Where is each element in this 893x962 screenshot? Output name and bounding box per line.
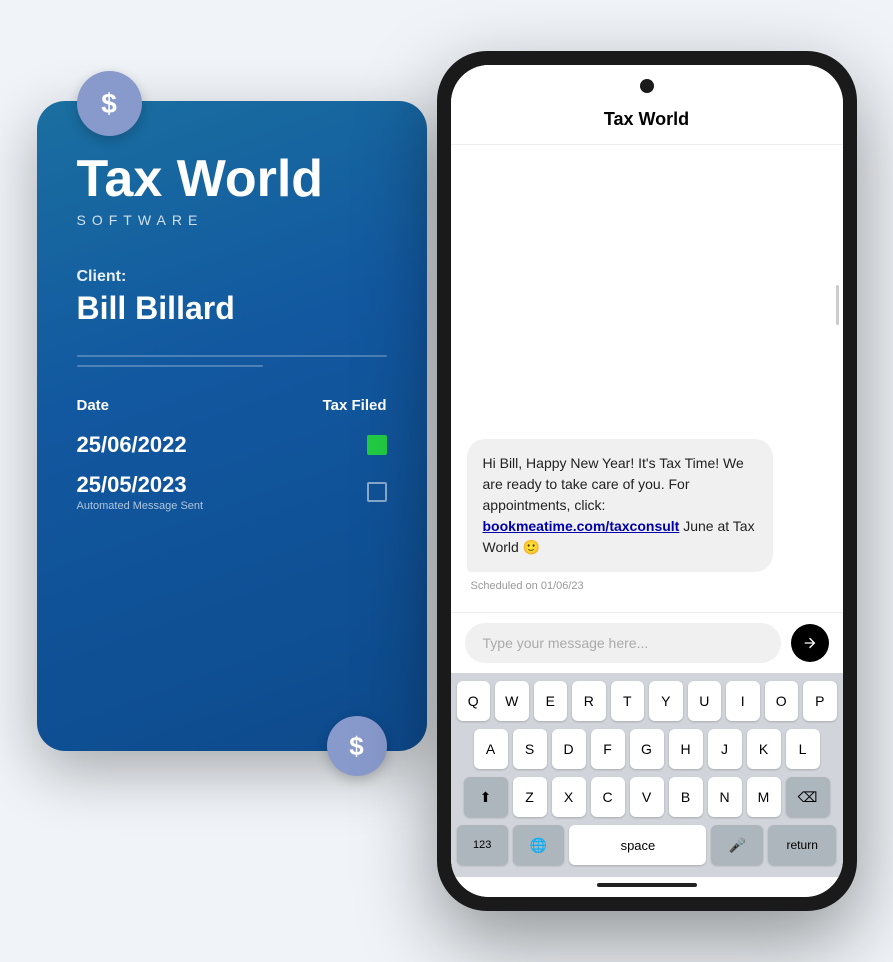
globe-key[interactable]: 🌐 xyxy=(513,825,564,865)
table-header: Date Tax Filed xyxy=(77,397,387,414)
phone-notch-area xyxy=(451,65,843,101)
date-row-1: 25/06/2022 xyxy=(77,432,187,458)
key-o[interactable]: O xyxy=(765,681,799,721)
key-c[interactable]: C xyxy=(591,777,625,817)
home-bar xyxy=(597,883,697,887)
filed-no-indicator xyxy=(367,482,387,502)
tax-card: $ Tax World SOFTWARE Client: Bill Billar… xyxy=(37,101,427,751)
keyboard-row-2: A S D F G H J K L xyxy=(457,729,837,769)
message-placeholder: Type your message here... xyxy=(483,635,649,651)
divider-line-2 xyxy=(77,365,263,367)
key-b[interactable]: B xyxy=(669,777,703,817)
dollar-badge-top: $ xyxy=(77,71,142,136)
key-p[interactable]: P xyxy=(803,681,837,721)
client-name: Bill Billard xyxy=(77,290,387,327)
divider-line-1 xyxy=(77,355,387,357)
key-y[interactable]: Y xyxy=(649,681,683,721)
key-s[interactable]: S xyxy=(513,729,547,769)
mic-key[interactable]: 🎤 xyxy=(711,825,762,865)
filed-yes-indicator xyxy=(367,435,387,455)
keyboard: Q W E R T Y U I O P A S D F G xyxy=(451,673,843,877)
key-r[interactable]: R xyxy=(572,681,606,721)
table-row-2: 25/05/2023 Automated Message Sent xyxy=(77,472,387,512)
date-row-2-group: 25/05/2023 Automated Message Sent xyxy=(77,472,204,512)
key-v[interactable]: V xyxy=(630,777,664,817)
key-j[interactable]: J xyxy=(708,729,742,769)
table-row: 25/06/2022 xyxy=(77,432,387,458)
key-h[interactable]: H xyxy=(669,729,703,769)
key-x[interactable]: X xyxy=(552,777,586,817)
card-title: Tax World xyxy=(77,151,387,208)
shift-key[interactable]: ⬆ xyxy=(464,777,508,817)
col-filed-header: Tax Filed xyxy=(323,397,387,414)
key-d[interactable]: D xyxy=(552,729,586,769)
phone-chat-area: Hi Bill, Happy New Year! It's Tax Time! … xyxy=(451,145,843,612)
key-i[interactable]: I xyxy=(726,681,760,721)
date-row-2: 25/05/2023 xyxy=(77,472,187,497)
key-n[interactable]: N xyxy=(708,777,742,817)
send-icon xyxy=(802,635,818,651)
keyboard-row-3: ⬆ Z X C V B N M ⌫ xyxy=(457,777,837,817)
key-a[interactable]: A xyxy=(474,729,508,769)
message-input[interactable]: Type your message here... xyxy=(465,623,781,663)
key-m[interactable]: M xyxy=(747,777,781,817)
col-date-header: Date xyxy=(77,397,110,414)
divider-lines xyxy=(77,355,387,367)
card-subtitle: SOFTWARE xyxy=(77,212,387,228)
keyboard-row-4: 123 🌐 space 🎤 return xyxy=(457,825,837,865)
key-w[interactable]: W xyxy=(495,681,529,721)
phone-home-bar xyxy=(451,877,843,897)
return-key[interactable]: return xyxy=(768,825,837,865)
chat-timestamp: Scheduled on 01/06/23 xyxy=(467,580,827,592)
backspace-key[interactable]: ⌫ xyxy=(786,777,830,817)
chat-bubble: Hi Bill, Happy New Year! It's Tax Time! … xyxy=(467,439,773,572)
client-label: Client: xyxy=(77,268,387,286)
key-q[interactable]: Q xyxy=(457,681,491,721)
space-key[interactable]: space xyxy=(569,825,706,865)
key-g[interactable]: G xyxy=(630,729,664,769)
chat-bubble-text: Hi Bill, Happy New Year! It's Tax Time! … xyxy=(483,453,757,558)
numbers-key[interactable]: 123 xyxy=(457,825,508,865)
scrollbar[interactable] xyxy=(836,285,839,325)
phone-app-title: Tax World xyxy=(471,109,823,130)
dollar-badge-bottom: $ xyxy=(327,716,387,776)
keyboard-row-1: Q W E R T Y U I O P xyxy=(457,681,837,721)
message-input-area: Type your message here... xyxy=(451,612,843,673)
chat-link[interactable]: bookmeatime.com/taxconsult xyxy=(483,518,680,534)
key-f[interactable]: F xyxy=(591,729,625,769)
key-u[interactable]: U xyxy=(688,681,722,721)
scene: $ Tax World SOFTWARE Client: Bill Billar… xyxy=(17,21,877,941)
key-z[interactable]: Z xyxy=(513,777,547,817)
phone-header: Tax World xyxy=(451,101,843,145)
automated-msg: Automated Message Sent xyxy=(77,500,204,512)
key-t[interactable]: T xyxy=(611,681,645,721)
key-e[interactable]: E xyxy=(534,681,568,721)
key-l[interactable]: L xyxy=(786,729,820,769)
phone: Tax World Hi Bill, Happy New Year! It's … xyxy=(437,51,857,911)
key-k[interactable]: K xyxy=(747,729,781,769)
send-button[interactable] xyxy=(791,624,829,662)
phone-camera xyxy=(640,79,654,93)
phone-inner: Tax World Hi Bill, Happy New Year! It's … xyxy=(451,65,843,897)
